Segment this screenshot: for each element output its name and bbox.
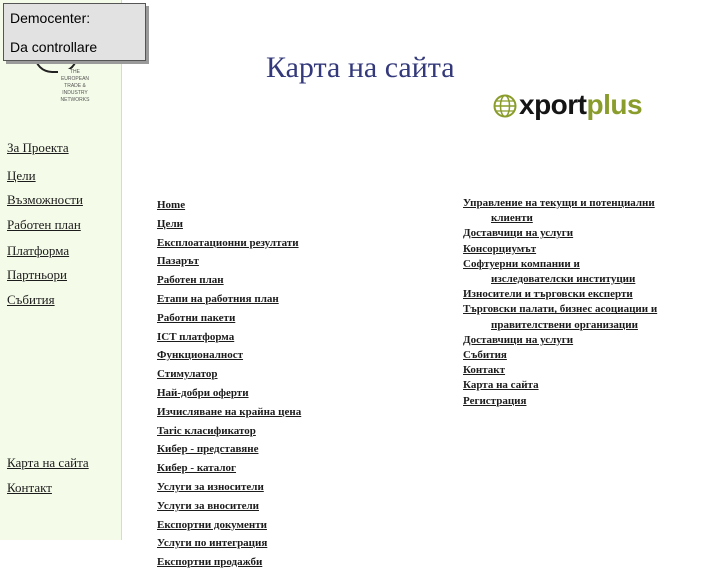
nav-link-contact[interactable]: Контакт: [7, 480, 52, 496]
sitemap-link[interactable]: Етапи на работния план: [157, 293, 279, 305]
sitemap-link[interactable]: Цели: [157, 218, 183, 230]
sitemap-link[interactable]: Най-добри оферти: [157, 387, 249, 399]
globe-icon: [493, 94, 517, 118]
sitemap-link[interactable]: ICT платформа: [157, 331, 234, 343]
democenter-note: Democenter: Da controllare: [3, 3, 146, 61]
sitemap-link[interactable]: Home: [157, 199, 185, 211]
xportplus-wordmark: xportplus: [519, 89, 643, 121]
sitemap-link[interactable]: Работни пакети: [157, 312, 235, 324]
sitemap-link-text: Софтуерни компании и: [463, 257, 580, 270]
nav-link-work-plan[interactable]: Работен план: [7, 217, 81, 233]
sitemap-link[interactable]: Услуги за вносители: [157, 500, 259, 512]
sitemap-link[interactable]: Експортни документи: [157, 519, 267, 531]
sitemap-link[interactable]: Управление на текущи и потенциални клиент…: [463, 196, 703, 226]
sitemap-link[interactable]: Експортни продажби: [157, 556, 262, 568]
sitemap-link-text-cont: правителствени организации: [491, 318, 638, 331]
sitemap-link[interactable]: Търговски палати, бизнес асоциации и прав…: [463, 302, 703, 332]
sitemap-link[interactable]: Събития: [463, 348, 703, 363]
sitemap-link-text: Търговски палати, бизнес асоциации и: [463, 303, 658, 316]
nav-link-opportunities[interactable]: Възможности: [7, 192, 83, 208]
democenter-label: Democenter:: [10, 10, 91, 26]
sitemap-link-text: Консорциумът: [463, 242, 537, 255]
network-logo-text: THE EUROPEAN TRADE & INDUSTRY NETWORKS: [58, 69, 92, 104]
sitemap-link[interactable]: Кибер - представяне: [157, 443, 258, 455]
sitemap-link[interactable]: Кибер - каталог: [157, 462, 236, 474]
nav-link-sitemap[interactable]: Карта на сайта: [7, 455, 89, 471]
sitemap-link[interactable]: Доставчици на услуги: [463, 333, 703, 348]
sitemap-link-text: Контакт: [463, 364, 506, 377]
sitemap-link[interactable]: Функционалност: [157, 349, 243, 361]
sitemap-link[interactable]: Регистрация: [463, 394, 703, 409]
sitemap-link-text: Карта на сайта: [463, 379, 539, 392]
sitemap-link[interactable]: Доставчици на услуги: [463, 226, 703, 241]
sitemap-link-text: Износители и търговски експерти: [463, 288, 633, 301]
sitemap-link-text: Доставчици на услуги: [463, 227, 574, 240]
brand-part2: plus: [586, 89, 643, 120]
sitemap-column-2: Управление на текущи и потенциални клиент…: [463, 196, 703, 409]
page-title: Карта на сайта: [266, 51, 455, 84]
sitemap-column-1: Home Цели Експлоатационни резултати Паза…: [157, 195, 301, 571]
sitemap-link[interactable]: Услуги по интеграция: [157, 537, 267, 549]
sitemap-link[interactable]: Стимулатор: [157, 368, 218, 380]
brand-part1: xport: [519, 89, 587, 120]
nav-link-platform[interactable]: Платформа: [7, 243, 69, 259]
sitemap-link[interactable]: Износители и търговски експерти: [463, 287, 703, 302]
sitemap-link[interactable]: Работен план: [157, 274, 224, 286]
sitemap-link[interactable]: Услуги за износители: [157, 481, 264, 493]
sitemap-link[interactable]: Taric класификатор: [157, 425, 256, 437]
sitemap-link-text-cont: клиенти: [491, 212, 533, 225]
sitemap-link-text: Събития: [463, 349, 507, 362]
sitemap-link[interactable]: Изчисляване на крайна цена: [157, 406, 301, 418]
sitemap-link-text: Управление на текущи и потенциални: [463, 197, 655, 209]
sitemap-link[interactable]: Пазарът: [157, 255, 199, 267]
nav-link-events[interactable]: Събития: [7, 292, 55, 308]
sitemap-link[interactable]: Карта на сайта: [463, 378, 703, 393]
sitemap-link[interactable]: Консорциумът: [463, 242, 703, 257]
nav-link-about[interactable]: За Проекта: [7, 140, 69, 156]
nav-link-goals[interactable]: Цели: [7, 168, 36, 184]
nav-link-partners[interactable]: Партньори: [7, 267, 67, 283]
sitemap-link-text-cont: изследователски институции: [491, 273, 636, 286]
sitemap-link[interactable]: Експлоатационни резултати: [157, 237, 299, 249]
democenter-status: Da controllare: [10, 39, 98, 55]
sitemap-link[interactable]: Софтуерни компании и изследователски инст…: [463, 257, 703, 287]
sitemap-link-text: Регистрация: [463, 394, 527, 407]
sitemap-link-text: Доставчици на услуги: [463, 333, 574, 346]
sitemap-link[interactable]: Контакт: [463, 363, 703, 378]
